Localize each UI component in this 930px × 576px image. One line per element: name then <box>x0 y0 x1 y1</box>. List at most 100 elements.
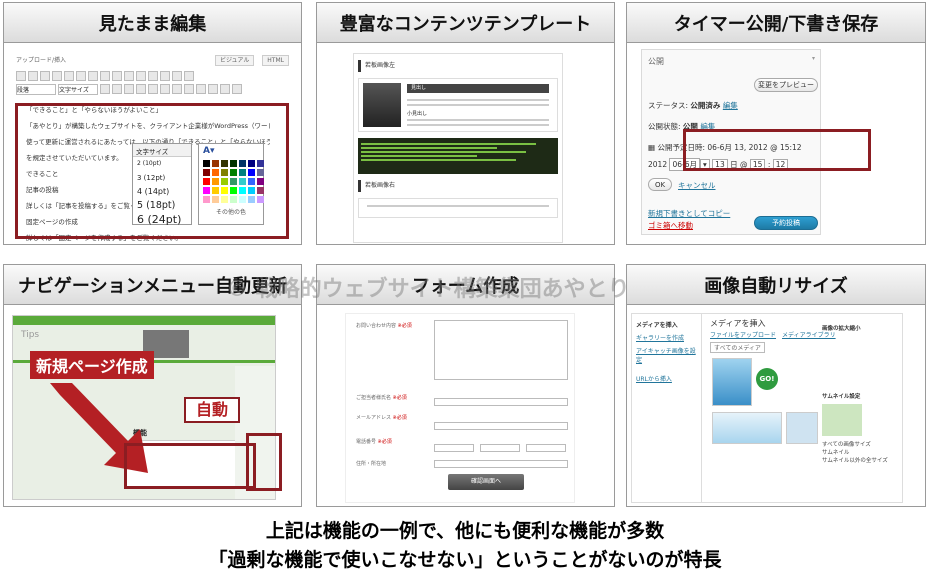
publish-box-title: 公開 <box>648 57 664 66</box>
editor-top-bar: アップロード/挿入 ビジュアル HTML <box>16 55 289 67</box>
new-page-label: 新規ページ作成 <box>30 351 154 379</box>
preview-changes-button[interactable]: 変更をプレビュー <box>754 78 818 92</box>
footer-line-1: 上記は機能の一例で、他にも便利な機能が多数 <box>265 520 665 542</box>
status-label: ステータス: <box>648 101 689 110</box>
media-main-title: メディアを挿入 <box>710 319 766 328</box>
phone-field-2[interactable] <box>480 444 520 452</box>
text-color-icon[interactable] <box>100 84 110 94</box>
collapse-icon[interactable]: ▾ <box>812 55 815 62</box>
text-line <box>407 99 549 101</box>
underline-icon[interactable] <box>112 84 122 94</box>
media-thumb-web[interactable] <box>712 412 782 444</box>
quote-icon[interactable] <box>76 71 86 81</box>
undo-icon[interactable] <box>208 84 218 94</box>
address-field[interactable] <box>434 460 568 468</box>
status-edit-link[interactable]: 編集 <box>723 101 738 110</box>
text-line <box>407 124 549 126</box>
sidebar-item-gallery[interactable]: ギャラリーを作成 <box>636 333 697 342</box>
feature-panel-image-resize: 画像自動リサイズ メディアを挿入 ギャラリーを作成 アイキャッチ画像を設定 UR… <box>626 264 926 507</box>
tab-upload[interactable]: ファイルをアップロード <box>710 330 776 339</box>
inquiry-textarea[interactable] <box>434 320 568 380</box>
sidebar-item-featured[interactable]: アイキャッチ画像を設定 <box>636 346 697 364</box>
size-option[interactable]: すべての画像サイズ <box>822 440 902 448</box>
highlight-frame <box>15 103 289 239</box>
businessman-photo <box>363 83 401 127</box>
paste-word-icon[interactable] <box>148 84 158 94</box>
highlight-frame <box>683 129 871 171</box>
text-line <box>407 119 549 121</box>
panel-title: 豊富なコンテンツテンプレート <box>317 3 614 43</box>
media-filter-select[interactable]: すべてのメディア <box>710 342 765 353</box>
editor-toolbar-row1 <box>16 71 289 82</box>
paste-text-icon[interactable] <box>136 84 146 94</box>
editor-screenshot: アップロード/挿入 ビジュアル HTML 段落 文字サイズ 「できること」と「や… <box>4 43 301 243</box>
schedule-publish-button[interactable]: 予約投稿 <box>754 216 818 230</box>
size-option[interactable]: サムネイル <box>822 448 902 456</box>
highlight-frame <box>246 433 282 491</box>
redo-icon[interactable] <box>220 84 230 94</box>
omega-icon[interactable] <box>172 84 182 94</box>
kitchen-sink-icon[interactable] <box>184 71 194 81</box>
template-card <box>358 198 558 218</box>
copy-draft-link[interactable]: 新規下書きとしてコピー <box>648 208 730 219</box>
phone-field-1[interactable] <box>434 444 474 452</box>
media-thumb-web-2[interactable] <box>786 412 818 444</box>
link-icon[interactable] <box>124 71 134 81</box>
outdent-icon[interactable] <box>184 84 194 94</box>
card-subtitle: 小見出し <box>407 111 428 117</box>
status-row: ステータス: 公開済み 編集 <box>648 100 738 111</box>
required-mark: ※必須 <box>397 323 412 329</box>
align-right-icon[interactable] <box>112 71 122 81</box>
format-select[interactable]: 段落 <box>16 84 56 95</box>
piggy-bank-image <box>822 404 862 436</box>
form-screenshot: お問い合わせ内容 ※必須 ご担当者様氏名 ※必須 メールアドレス ※必須 電話番… <box>317 305 614 505</box>
size-select[interactable]: 文字サイズ <box>58 84 98 95</box>
feature-panel-templates: 豊富なコンテンツテンプレート 若板画像左 見出し 小見出し 若板画像右 <box>316 2 615 245</box>
tab-html[interactable]: HTML <box>262 55 289 66</box>
template-screenshot: 若板画像左 見出し 小見出し 若板画像右 <box>317 43 614 243</box>
align-left-icon[interactable] <box>88 71 98 81</box>
contact-form: お問い合わせ内容 ※必須 ご担当者様氏名 ※必須 メールアドレス ※必須 電話番… <box>345 313 575 503</box>
spellcheck-icon[interactable] <box>160 71 170 81</box>
trash-link[interactable]: ゴミ箱へ移動 <box>648 220 693 231</box>
panel-title: 見たまま編集 <box>4 3 301 43</box>
number-list-icon[interactable] <box>64 71 74 81</box>
justify-icon[interactable] <box>124 84 134 94</box>
indent-icon[interactable] <box>196 84 206 94</box>
bullet-list-icon[interactable] <box>52 71 62 81</box>
template-preview: 若板画像左 見出し 小見出し 若板画像右 <box>353 53 563 243</box>
more-icon[interactable] <box>148 71 158 81</box>
status-value: 公開済み <box>690 101 721 110</box>
sidebar-item-url[interactable]: URLから挿入 <box>636 374 697 383</box>
year-value[interactable]: 2012 <box>648 160 667 169</box>
cancel-link[interactable]: キャンセル <box>678 180 716 191</box>
fullscreen-icon[interactable] <box>172 71 182 81</box>
publish-screenshot: 公開 ▾ 変更をプレビュー ステータス: 公開済み 編集 公開状態: 公開 編集… <box>627 43 925 243</box>
confirm-button[interactable]: 確認画面へ <box>448 474 524 490</box>
form-label: 住所・所在地 <box>356 460 386 467</box>
email-field[interactable] <box>434 422 568 430</box>
navigation-screenshot: Tips 機能 新規ページ作成 自動 <box>4 305 301 505</box>
align-center-icon[interactable] <box>100 71 110 81</box>
text-line <box>407 104 549 106</box>
auto-callout: 自動 <box>184 397 240 423</box>
strike-icon[interactable] <box>40 71 50 81</box>
go-badge: GO! <box>756 368 778 390</box>
phone-field-3[interactable] <box>526 444 566 452</box>
ok-button[interactable]: OK <box>648 178 672 191</box>
form-label: ご担当者様氏名 ※必須 <box>356 394 407 401</box>
media-thumb-banner[interactable] <box>712 358 752 406</box>
form-label-text: ご担当者様氏名 <box>356 395 392 401</box>
tab-visual[interactable]: ビジュアル <box>214 55 255 66</box>
unlink-icon[interactable] <box>136 71 146 81</box>
size-option[interactable]: サムネイル以外の全サイズ <box>822 456 902 464</box>
name-field[interactable] <box>434 398 568 406</box>
upload-insert-label[interactable]: アップロード/挿入 <box>16 55 66 67</box>
italic-icon[interactable] <box>28 71 38 81</box>
bold-icon[interactable] <box>16 71 26 81</box>
calendar-icon: ▦ <box>648 143 656 152</box>
code-snippet <box>358 138 558 174</box>
clear-format-icon[interactable] <box>160 84 170 94</box>
footer-line-2: 「過剰な機能で使いこなせない」ということがないのが特長 <box>208 549 722 571</box>
help-icon[interactable] <box>232 84 242 94</box>
